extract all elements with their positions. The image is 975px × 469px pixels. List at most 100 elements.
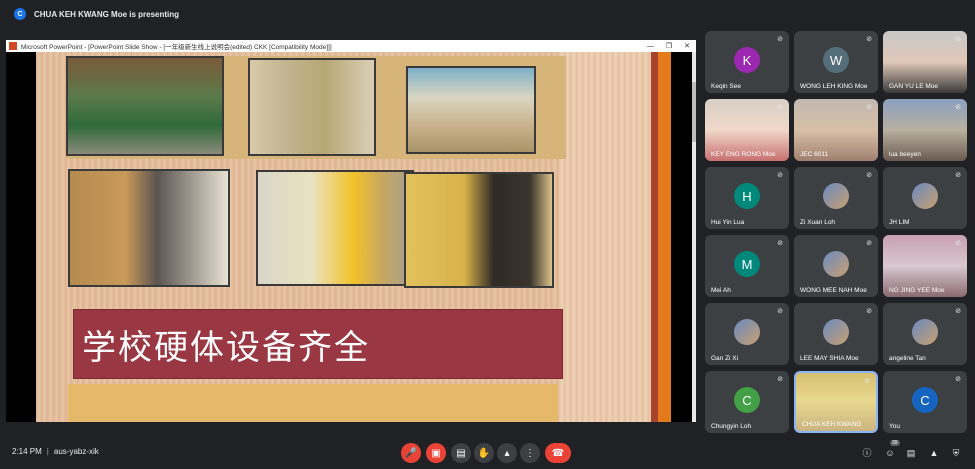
activities-button[interactable]: ▲ xyxy=(929,448,939,458)
mic-muted-icon: ⊘ xyxy=(866,104,872,111)
mic-muted-icon: ⊘ xyxy=(955,36,961,43)
participant-name: GAN YU LE Moe xyxy=(889,83,939,90)
participant-avatar: M xyxy=(734,251,760,277)
participant-avatar: H xyxy=(734,183,760,209)
participant-name: LEE MAY SHIA Moe xyxy=(800,355,859,362)
meeting-code: aus-yabz-xik xyxy=(53,447,99,456)
people-button[interactable]: ☺ xyxy=(885,448,895,458)
shared-screen: Microsoft PowerPoint - [PowerPoint Slide… xyxy=(6,40,696,422)
participant-avatar: C xyxy=(912,387,938,413)
minimize-icon: — xyxy=(646,42,654,50)
more-options-button[interactable]: ⋮ xyxy=(520,443,540,463)
participant-name: KEY ENG RONG Moe xyxy=(711,151,776,158)
mic-muted-icon: ⊘ xyxy=(866,308,872,315)
presenter-avatar: C xyxy=(14,8,26,20)
powerpoint-icon xyxy=(9,42,17,50)
info-icon: ⓘ xyxy=(862,448,872,458)
participant-tile[interactable]: ⊘ WONG MEE NAH Moe xyxy=(794,235,878,297)
participant-tile[interactable]: ⊘ LEE MAY SHIA Moe xyxy=(794,303,878,365)
restore-icon: ❐ xyxy=(665,43,673,50)
chat-icon: ▤ xyxy=(906,448,916,458)
mic-muted-icon: ⊘ xyxy=(955,240,961,247)
participant-tile[interactable]: ⊘ Zi Xuan Loh xyxy=(794,167,878,229)
participant-tile[interactable]: ⊘ CHUA KEH KWANG xyxy=(794,371,878,433)
participant-tile[interactable]: C ⊘ Chungyin Loh xyxy=(705,371,789,433)
camera-off-button[interactable]: ▣ xyxy=(426,443,446,463)
participant-tile[interactable]: ⊘ Gan Zi Xi xyxy=(705,303,789,365)
mic-off-button[interactable]: 🎤 xyxy=(401,443,421,463)
participant-tile[interactable]: ⊘ JEC 6011 xyxy=(794,99,878,161)
participant-profile-image xyxy=(912,319,938,345)
participant-name: Keqin See xyxy=(711,83,741,90)
participant-name: Gan Zi Xi xyxy=(711,355,739,362)
meeting-details-button[interactable]: ⓘ xyxy=(862,448,872,458)
people-icon: ☺ xyxy=(885,448,895,458)
mic-muted-icon: ⊘ xyxy=(955,172,961,179)
presenting-text: CHUA KEH KWANG Moe is presenting xyxy=(34,9,180,19)
participant-profile-image xyxy=(734,319,760,345)
presenting-banner: C CHUA KEH KWANG Moe is presenting xyxy=(0,0,975,28)
host-controls-button[interactable]: ⛨ xyxy=(951,448,961,458)
close-icon: ✕ xyxy=(684,43,690,50)
participant-avatar: W xyxy=(823,47,849,73)
participant-tile[interactable]: ⊘ NG JING YEE Moe xyxy=(883,235,967,297)
participant-tile[interactable]: K ⊘ Keqin See xyxy=(705,31,789,93)
participant-name: lua beeyen xyxy=(889,151,921,158)
participant-name: JH LIM xyxy=(889,219,910,226)
school-photo-courtyard xyxy=(406,66,536,154)
participant-tile[interactable]: M ⊘ Mei Ah xyxy=(705,235,789,297)
shield-icon: ⛨ xyxy=(952,448,960,458)
school-photo-entrance xyxy=(66,56,224,156)
mic-muted-icon: ⊘ xyxy=(777,104,783,111)
slide-side-band xyxy=(559,52,666,422)
participant-tile[interactable]: W ⊘ WONG LEH KING Moe xyxy=(794,31,878,93)
school-photo-corridor xyxy=(248,58,376,156)
more-vert-icon: ⋮ xyxy=(525,447,535,459)
mic-muted-icon: ⊘ xyxy=(777,36,783,43)
mic-muted-icon: ⊘ xyxy=(777,240,783,247)
captions-button[interactable]: ▤ xyxy=(451,443,471,463)
mic-muted-icon: ⊘ xyxy=(864,378,870,385)
scroll-thumb[interactable] xyxy=(692,82,696,142)
scrollbar[interactable] xyxy=(692,52,696,422)
mic-muted-icon: ⊘ xyxy=(955,376,961,383)
slide-stripe-orange xyxy=(658,52,671,422)
mic-off-icon: 🎤 xyxy=(404,447,418,459)
mic-muted-icon: ⊘ xyxy=(955,104,961,111)
mic-muted-icon: ⊘ xyxy=(866,36,872,43)
participant-tile[interactable]: ⊘ JH LIM xyxy=(883,167,967,229)
mic-muted-icon: ⊘ xyxy=(955,308,961,315)
present-button[interactable]: ▴ xyxy=(497,443,517,463)
participant-tile[interactable]: ⊘ GAN YU LE Moe xyxy=(883,31,967,93)
participant-tile[interactable]: C ⊘ You xyxy=(883,371,967,433)
mic-muted-icon: ⊘ xyxy=(866,172,872,179)
clock: 2:14 PM xyxy=(12,447,42,456)
participant-name: Hui Yin Lua xyxy=(711,219,745,226)
participant-tile[interactable]: ⊘ lua beeyen xyxy=(883,99,967,161)
phone-hangup-icon: ☎ xyxy=(551,447,565,459)
participant-profile-image xyxy=(912,183,938,209)
activities-icon: ▲ xyxy=(929,448,939,458)
control-bar: 2:14 PM | aus-yabz-xik 🎤 ▣ ▤ ✋ ▴ ⋮ ☎ ⓘ 39 … xyxy=(0,436,975,469)
raise-hand-button[interactable]: ✋ xyxy=(474,443,494,463)
slide-bottom-box xyxy=(68,384,558,422)
school-photo-hallway xyxy=(256,170,414,286)
mic-muted-icon: ⊘ xyxy=(866,240,872,247)
participant-avatar: K xyxy=(734,47,760,73)
school-photo-classroom-door xyxy=(68,169,230,287)
participant-tile[interactable]: H ⊘ Hui Yin Lua xyxy=(705,167,789,229)
participant-name: angeline Tan xyxy=(889,355,926,362)
slide-caption: 学校硬体设备齐全 xyxy=(82,328,370,368)
mic-muted-icon: ⊘ xyxy=(777,308,783,315)
slide-caption-box: 学校硬体设备齐全 xyxy=(73,309,563,379)
participant-tile[interactable]: ⊘ angeline Tan xyxy=(883,303,967,365)
powerpoint-titlebar: Microsoft PowerPoint - [PowerPoint Slide… xyxy=(6,40,696,52)
captions-icon: ▤ xyxy=(456,447,466,459)
participant-name: Chungyin Loh xyxy=(711,423,752,430)
mic-muted-icon: ⊘ xyxy=(777,172,783,179)
slide: 学校硬体设备齐全 xyxy=(36,52,671,422)
chat-button[interactable]: ▤ xyxy=(906,448,916,458)
end-call-button[interactable]: ☎ xyxy=(545,443,571,463)
participant-tile[interactable]: ⊘ KEY ENG RONG Moe xyxy=(705,99,789,161)
meeting-info: 2:14 PM | aus-yabz-xik xyxy=(12,447,99,456)
